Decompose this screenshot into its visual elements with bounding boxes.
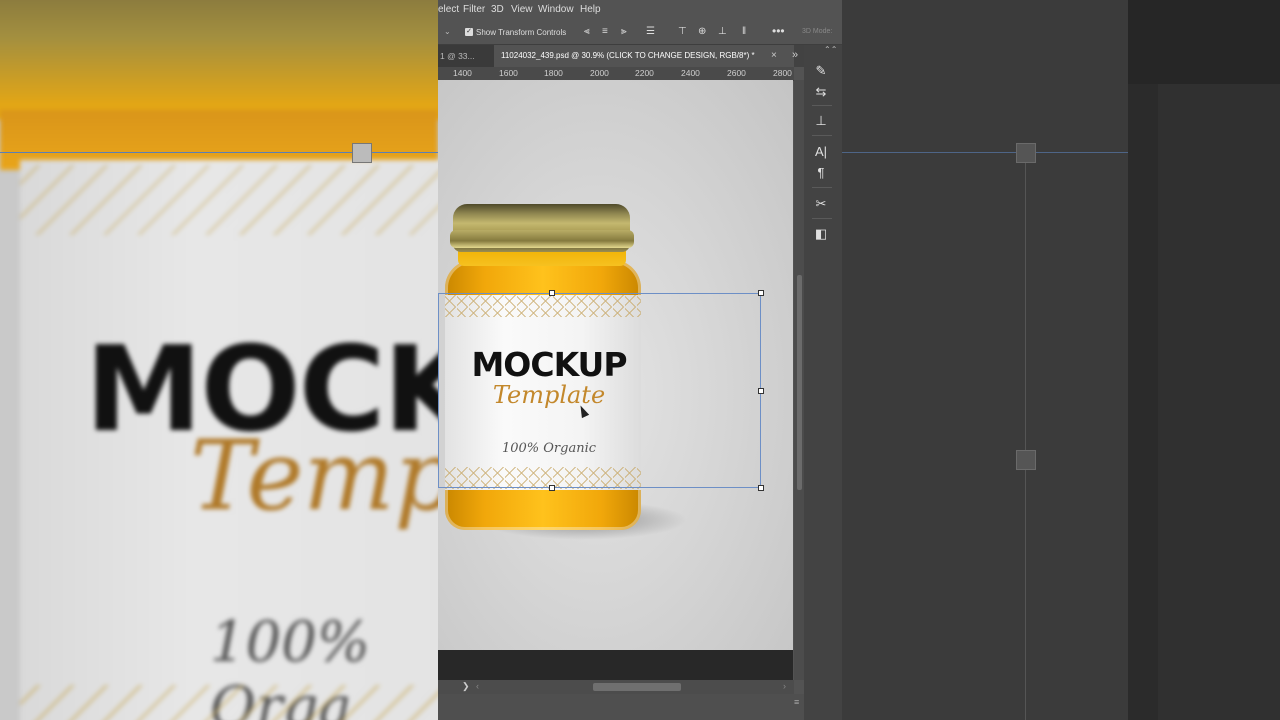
right-panel-dock: ⌃⌃ ✎ ⇆ ⊥ A| ¶ ✂ ◧ ≡ [794, 45, 842, 720]
vertical-scroll-thumb[interactable] [797, 275, 802, 490]
adjustments-icon[interactable]: ⇆ [808, 82, 834, 102]
menu-3d[interactable]: 3D [491, 4, 504, 15]
scroll-right-arrow-icon[interactable]: › [783, 681, 786, 691]
dock-separator [812, 187, 832, 188]
horizontal-ruler: 1400 1600 1800 2000 2200 2400 2600 2800 [438, 67, 794, 81]
jar-lid-rim [450, 230, 634, 248]
ruler-tick: 1600 [499, 68, 518, 78]
dock-separator [812, 105, 832, 106]
align-top-icon[interactable]: ⊤ [678, 26, 687, 37]
align-middle-icon[interactable]: ⊕ [698, 26, 706, 37]
horizontal-scrollbar[interactable]: ❯ ‹ › [438, 680, 794, 694]
vertical-scrollbar[interactable] [794, 80, 804, 680]
ruler-tick: 2400 [681, 68, 700, 78]
transform-handle-bottom[interactable] [549, 485, 555, 491]
status-bar [438, 694, 804, 720]
blurred-panel [1158, 0, 1280, 720]
photoshop-window: elect Filter 3D View Window Help ⌄ ✓ Sho… [438, 0, 842, 720]
show-transform-label: Show Transform Controls [476, 28, 567, 37]
blurred-zigzag-bottom [20, 685, 438, 720]
blurred-guide-line [842, 152, 1128, 153]
ruler-tick: 2600 [727, 68, 746, 78]
tab-active-document[interactable]: 11024032_439.psd @ 30.9% (CLICK TO CHANG… [494, 45, 794, 67]
menu-select[interactable]: elect [438, 4, 459, 15]
clone-source-icon[interactable]: ⊥ [808, 111, 834, 131]
blurred-zigzag [20, 165, 438, 235]
blurred-transform-handle [1016, 143, 1036, 163]
menu-bar: elect Filter 3D View Window Help [438, 0, 842, 20]
show-transform-checkbox[interactable]: ✓ [465, 28, 473, 36]
tool-presets-icon[interactable]: ✂ [808, 194, 834, 214]
blurred-subtitle: Templa [190, 420, 438, 532]
document-tab-bar: 1 @ 33... 11024032_439.psd @ 30.9% (CLIC… [438, 45, 804, 67]
menu-filter[interactable]: Filter [463, 4, 485, 15]
ruler-tick: 1800 [544, 68, 563, 78]
layer-comps-icon[interactable]: ◧ [808, 224, 834, 244]
blurred-panel-column [1128, 0, 1158, 720]
transform-handle-right[interactable] [758, 388, 764, 394]
blurred-background-right [842, 0, 1280, 720]
scroll-left-arrow-icon[interactable]: ‹ [476, 681, 479, 691]
blurred-background-left: MOCK Templa 100% Orga [0, 0, 438, 720]
paragraph-icon[interactable]: ¶ [808, 163, 834, 183]
blurred-bounding-edge [1025, 152, 1026, 720]
document-canvas[interactable]: MOCKUP Template 100% Organic [438, 80, 793, 650]
transform-handle-top[interactable] [549, 290, 555, 296]
blurred-jar-lid [0, 0, 438, 120]
blurred-panel-top [1128, 0, 1280, 84]
pasteboard [438, 650, 793, 680]
scroll-left-icon[interactable]: ❯ [462, 681, 470, 692]
align-left-icon[interactable]: ⫷ [584, 26, 590, 37]
dropdown-arrow-icon[interactable]: ⌄ [444, 27, 451, 36]
ruler-tick: 2200 [635, 68, 654, 78]
blurred-transform-handle [352, 143, 372, 163]
ruler-tick: 1400 [453, 68, 472, 78]
options-bar: ⌄ ✓ Show Transform Controls ⫷ ≡ ⫸ ☰ ⊤ ⊕ … [438, 22, 842, 45]
blurred-guide-line [0, 152, 438, 153]
distribute-icon[interactable]: ☰ [646, 26, 655, 37]
ruler-tick: 2000 [590, 68, 609, 78]
menu-help[interactable]: Help [580, 4, 601, 15]
more-options-icon[interactable]: ••• [772, 24, 785, 38]
align-center-icon[interactable]: ≡ [602, 26, 608, 37]
align-bottom-icon[interactable]: ⊥ [718, 26, 727, 37]
align-right-icon[interactable]: ⫸ [621, 26, 627, 37]
tab-active-label: 11024032_439.psd @ 30.9% (CLICK TO CHANG… [501, 51, 755, 60]
dock-collapse-icon[interactable]: ⌃⌃ [824, 45, 837, 54]
menu-view[interactable]: View [511, 4, 533, 15]
3d-mode-label: 3D Mode: [802, 28, 833, 35]
panel-expand-icon[interactable]: » [792, 49, 798, 61]
dock-separator [812, 135, 832, 136]
brush-settings-icon[interactable]: ✎ [808, 61, 834, 81]
character-icon[interactable]: A| [808, 142, 834, 162]
blurred-transform-handle [1016, 450, 1036, 470]
transform-bounding-box[interactable] [438, 290, 764, 491]
tab-other-document[interactable]: 1 @ 33... [438, 45, 494, 67]
panel-grip-icon[interactable]: ≡ [794, 697, 799, 707]
dock-separator [812, 218, 832, 219]
horizontal-scroll-thumb[interactable] [593, 683, 681, 691]
tab-close-icon[interactable]: × [771, 50, 777, 61]
transform-handle-top-right[interactable] [758, 290, 764, 296]
distribute-vertical-icon[interactable]: ‖ [742, 26, 746, 37]
ruler-tick: 2800 [773, 68, 792, 78]
transform-handle-bottom-right[interactable] [758, 485, 764, 491]
menu-window[interactable]: Window [538, 4, 574, 15]
